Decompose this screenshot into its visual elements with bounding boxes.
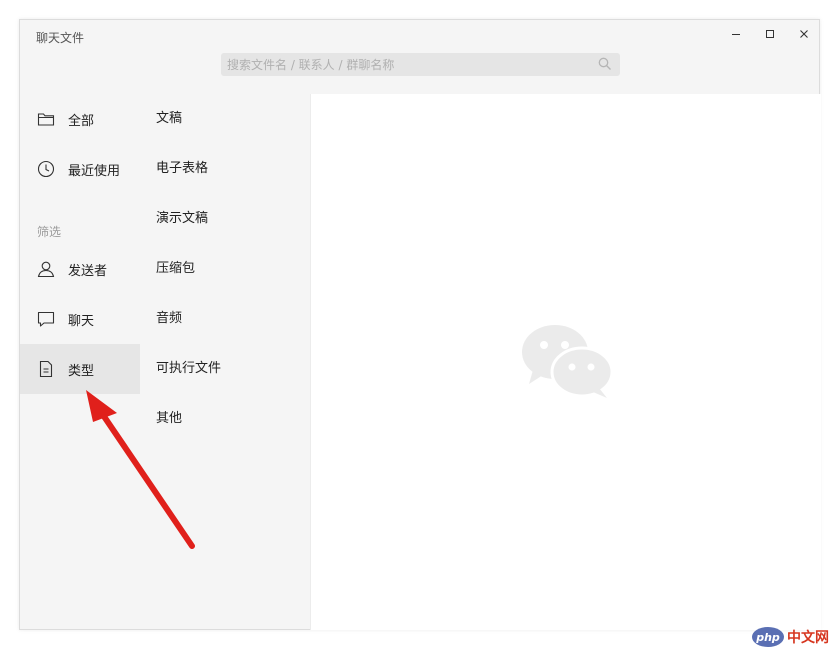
chat-files-window: 聊天文件 全部 最近使用 筛选 bbox=[19, 19, 821, 630]
type-item-other[interactable]: 其他 bbox=[156, 409, 182, 429]
php-badge: php bbox=[752, 627, 784, 647]
person-icon bbox=[37, 260, 55, 278]
search-box[interactable] bbox=[221, 53, 620, 76]
php-cn-watermark: php 中文网 bbox=[752, 626, 829, 648]
clock-icon bbox=[37, 160, 55, 178]
sidebar-item-recent[interactable]: 最近使用 bbox=[20, 144, 140, 194]
sidebar-item-label: 最近使用 bbox=[68, 163, 121, 179]
wechat-logo-icon bbox=[522, 325, 614, 398]
sidebar-item-label: 全部 bbox=[68, 113, 95, 129]
search-icon[interactable] bbox=[598, 57, 612, 71]
file-content-panel bbox=[310, 94, 821, 630]
document-icon bbox=[37, 360, 55, 378]
minimize-icon bbox=[732, 34, 740, 35]
type-item-audio[interactable]: 音频 bbox=[156, 309, 182, 329]
sidebar-item-label: 类型 bbox=[68, 363, 95, 379]
type-item-presentation[interactable]: 演示文稿 bbox=[156, 209, 208, 229]
type-item-archive[interactable]: 压缩包 bbox=[156, 259, 195, 279]
chat-bubble-icon bbox=[37, 310, 55, 328]
sidebar-item-label: 发送者 bbox=[68, 263, 108, 279]
sidebar-item-type[interactable]: 类型 bbox=[20, 344, 140, 394]
folder-icon bbox=[37, 110, 55, 128]
watermark-text: 中文网 bbox=[787, 630, 829, 646]
sidebar-item-all[interactable]: 全部 bbox=[20, 94, 140, 144]
filter-section-label: 筛选 bbox=[37, 225, 62, 239]
close-icon bbox=[800, 30, 808, 38]
sidebar: 全部 最近使用 筛选 发送者 聊天 类型 bbox=[20, 94, 140, 630]
sidebar-item-label: 聊天 bbox=[68, 313, 95, 329]
type-item-spreadsheet[interactable]: 电子表格 bbox=[156, 159, 208, 179]
type-item-executable[interactable]: 可执行文件 bbox=[156, 359, 221, 379]
search-input[interactable] bbox=[227, 53, 620, 76]
type-item-document[interactable]: 文稿 bbox=[156, 109, 182, 129]
sidebar-item-sender[interactable]: 发送者 bbox=[20, 244, 140, 294]
sidebar-item-chat[interactable]: 聊天 bbox=[20, 294, 140, 344]
close-button[interactable] bbox=[796, 26, 812, 42]
maximize-icon bbox=[766, 30, 774, 38]
type-list: 文稿 电子表格 演示文稿 压缩包 音频 可执行文件 其他 bbox=[140, 94, 305, 630]
minimize-button[interactable] bbox=[728, 26, 744, 42]
window-title: 聊天文件 bbox=[36, 31, 85, 45]
maximize-button[interactable] bbox=[762, 26, 778, 42]
